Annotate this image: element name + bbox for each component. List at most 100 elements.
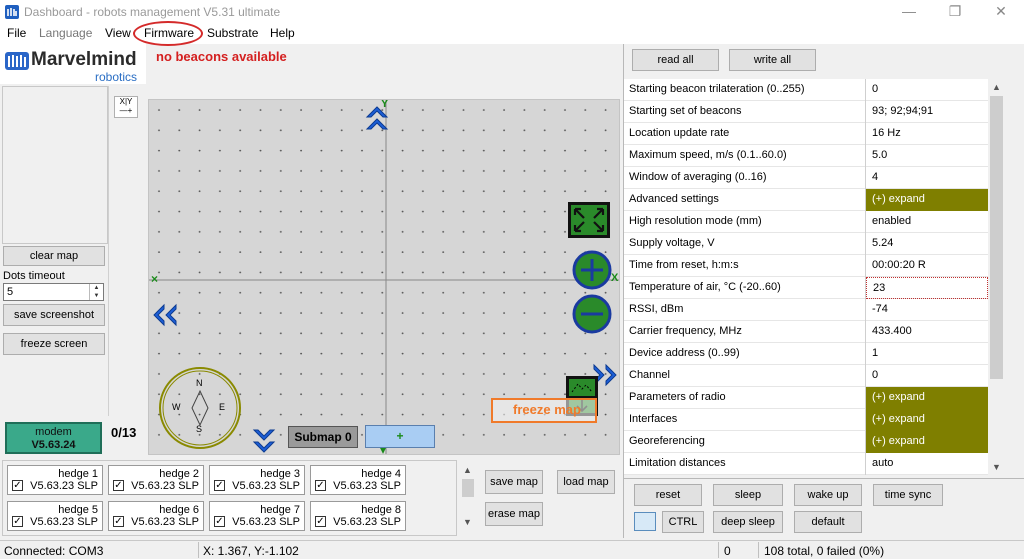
property-row[interactable]: Carrier frequency, MHz 433.400: [624, 321, 988, 343]
property-row[interactable]: Location update rate 16 Hz: [624, 123, 988, 145]
add-submap-button[interactable]: +: [365, 425, 435, 448]
sleep-button[interactable]: sleep: [713, 484, 783, 506]
submap-label-box[interactable]: Submap 0: [288, 426, 358, 448]
hedge-checkbox[interactable]: ✓: [12, 480, 23, 491]
properties-scrollbar[interactable]: ▲ ▼: [988, 79, 1005, 475]
property-row[interactable]: Starting beacon trilateration (0..255) 0: [624, 79, 988, 101]
hedge-card[interactable]: hedge 4 ✓ V5.63.23 SLP: [310, 465, 406, 495]
property-value[interactable]: enabled: [866, 211, 988, 233]
property-row[interactable]: Limitation distances auto: [624, 453, 988, 475]
wake-up-button[interactable]: wake up: [794, 484, 862, 506]
property-value[interactable]: 1: [866, 343, 988, 365]
menu-firmware[interactable]: Firmware: [144, 26, 194, 40]
property-row[interactable]: Time from reset, h:m:s 00:00:20 R: [624, 255, 988, 277]
scroll-down-icon[interactable]: ▼: [463, 517, 472, 527]
hedge-card[interactable]: hedge 6 ✓ V5.63.23 SLP: [108, 501, 204, 531]
property-expand-toggle[interactable]: (+) expand: [866, 409, 988, 431]
zoom-in-icon[interactable]: [572, 250, 612, 290]
property-row[interactable]: Starting set of beacons 93; 92;94;91: [624, 101, 988, 123]
reset-button[interactable]: reset: [634, 484, 702, 506]
read-all-button[interactable]: read all: [632, 49, 719, 71]
property-row[interactable]: Channel 0: [624, 365, 988, 387]
property-value[interactable]: -74: [866, 299, 988, 321]
hedge-checkbox[interactable]: ✓: [113, 480, 124, 491]
maximize-button[interactable]: ❐: [932, 0, 978, 24]
hedge-card[interactable]: hedge 3 ✓ V5.63.23 SLP: [209, 465, 305, 495]
property-value[interactable]: 93; 92;94;91: [866, 101, 988, 123]
property-value[interactable]: 23: [866, 277, 988, 299]
stepper-arrows-icon[interactable]: ▲ ▼: [89, 284, 103, 300]
save-map-button[interactable]: save map: [485, 470, 543, 494]
scroll-up-icon[interactable]: ▲: [463, 465, 472, 475]
load-map-button[interactable]: load map: [557, 470, 615, 494]
menu-substrate[interactable]: Substrate: [207, 26, 258, 40]
property-value[interactable]: 433.400: [866, 321, 988, 343]
property-value[interactable]: auto: [866, 453, 988, 475]
pan-left-icon[interactable]: [150, 302, 180, 328]
property-row[interactable]: RSSI, dBm -74: [624, 299, 988, 321]
property-expand-toggle[interactable]: (+) expand: [866, 387, 988, 409]
menu-file[interactable]: File: [7, 26, 26, 40]
color-swatch[interactable]: [634, 512, 656, 531]
property-expand-toggle[interactable]: (+) expand: [866, 431, 988, 453]
hedge-card[interactable]: hedge 8 ✓ V5.63.23 SLP: [310, 501, 406, 531]
property-value[interactable]: 5.0: [866, 145, 988, 167]
deep-sleep-button[interactable]: deep sleep: [713, 511, 783, 533]
ctrl-button[interactable]: CTRL: [662, 511, 704, 533]
property-value[interactable]: 00:00:20 R: [866, 255, 988, 277]
time-sync-button[interactable]: time sync: [873, 484, 943, 506]
minimize-button[interactable]: —: [886, 0, 932, 24]
fit-to-screen-icon[interactable]: [567, 201, 611, 239]
clear-map-button[interactable]: clear map: [3, 246, 105, 266]
property-value[interactable]: 16 Hz: [866, 123, 988, 145]
property-value[interactable]: 5.24: [866, 233, 988, 255]
close-button[interactable]: ✕: [978, 0, 1024, 24]
scroll-thumb[interactable]: [990, 96, 1003, 379]
property-row[interactable]: Georeferencing (+) expand: [624, 431, 988, 453]
hedge-checkbox[interactable]: ✓: [315, 480, 326, 491]
property-row[interactable]: Supply voltage, V 5.24: [624, 233, 988, 255]
menu-language[interactable]: Language: [39, 26, 92, 40]
property-row[interactable]: Window of averaging (0..16) 4: [624, 167, 988, 189]
freeze-map-indicator[interactable]: freeze map: [491, 398, 597, 423]
modem-button[interactable]: modem V5.63.24: [5, 422, 102, 454]
scroll-up-icon[interactable]: ▲: [988, 79, 1005, 95]
property-row[interactable]: Maximum speed, m/s (0.1..60.0) 5.0: [624, 145, 988, 167]
property-expand-toggle[interactable]: (+) expand: [866, 189, 988, 211]
scroll-thumb[interactable]: [462, 479, 474, 497]
hedge-card[interactable]: hedge 5 ✓ V5.63.23 SLP: [7, 501, 103, 531]
pan-down-icon[interactable]: [251, 426, 277, 455]
map-canvas[interactable]: × X Y ▾ freeze map N S W E Submap 0 +: [148, 99, 620, 455]
property-row[interactable]: Interfaces (+) expand: [624, 409, 988, 431]
menu-view[interactable]: View: [105, 26, 131, 40]
property-value[interactable]: 0: [866, 79, 988, 101]
hedge-checkbox[interactable]: ✓: [12, 516, 23, 527]
property-value[interactable]: 4: [866, 167, 988, 189]
property-row[interactable]: High resolution mode (mm) enabled: [624, 211, 988, 233]
erase-map-button[interactable]: erase map: [485, 502, 543, 526]
menu-help[interactable]: Help: [270, 26, 295, 40]
hedge-checkbox[interactable]: ✓: [315, 516, 326, 527]
property-row[interactable]: Advanced settings (+) expand: [624, 189, 988, 211]
hedges-scrollbar[interactable]: ▲ ▼: [461, 465, 475, 531]
hedge-card[interactable]: hedge 1 ✓ V5.63.23 SLP: [7, 465, 103, 495]
beacon-list-panel[interactable]: [2, 86, 108, 244]
scroll-down-icon[interactable]: ▼: [988, 459, 1005, 475]
default-button[interactable]: default: [794, 511, 862, 533]
hedge-card[interactable]: hedge 2 ✓ V5.63.23 SLP: [108, 465, 204, 495]
freeze-screen-button[interactable]: freeze screen: [3, 333, 105, 355]
hedge-checkbox[interactable]: ✓: [214, 516, 225, 527]
pan-up-icon[interactable]: [364, 103, 390, 133]
property-value[interactable]: 0: [866, 365, 988, 387]
hedge-checkbox[interactable]: ✓: [214, 480, 225, 491]
axis-toggle-icon[interactable]: X|Y —+: [114, 96, 138, 118]
write-all-button[interactable]: write all: [729, 49, 816, 71]
hedge-checkbox[interactable]: ✓: [113, 516, 124, 527]
zoom-out-icon[interactable]: [572, 294, 612, 334]
save-screenshot-button[interactable]: save screenshot: [3, 304, 105, 326]
hedge-card[interactable]: hedge 7 ✓ V5.63.23 SLP: [209, 501, 305, 531]
property-row[interactable]: Temperature of air, °C (-20..60) 23: [624, 277, 988, 299]
property-row[interactable]: Parameters of radio (+) expand: [624, 387, 988, 409]
property-row[interactable]: Device address (0..99) 1: [624, 343, 988, 365]
dots-timeout-stepper[interactable]: 5 ▲ ▼: [3, 283, 104, 301]
